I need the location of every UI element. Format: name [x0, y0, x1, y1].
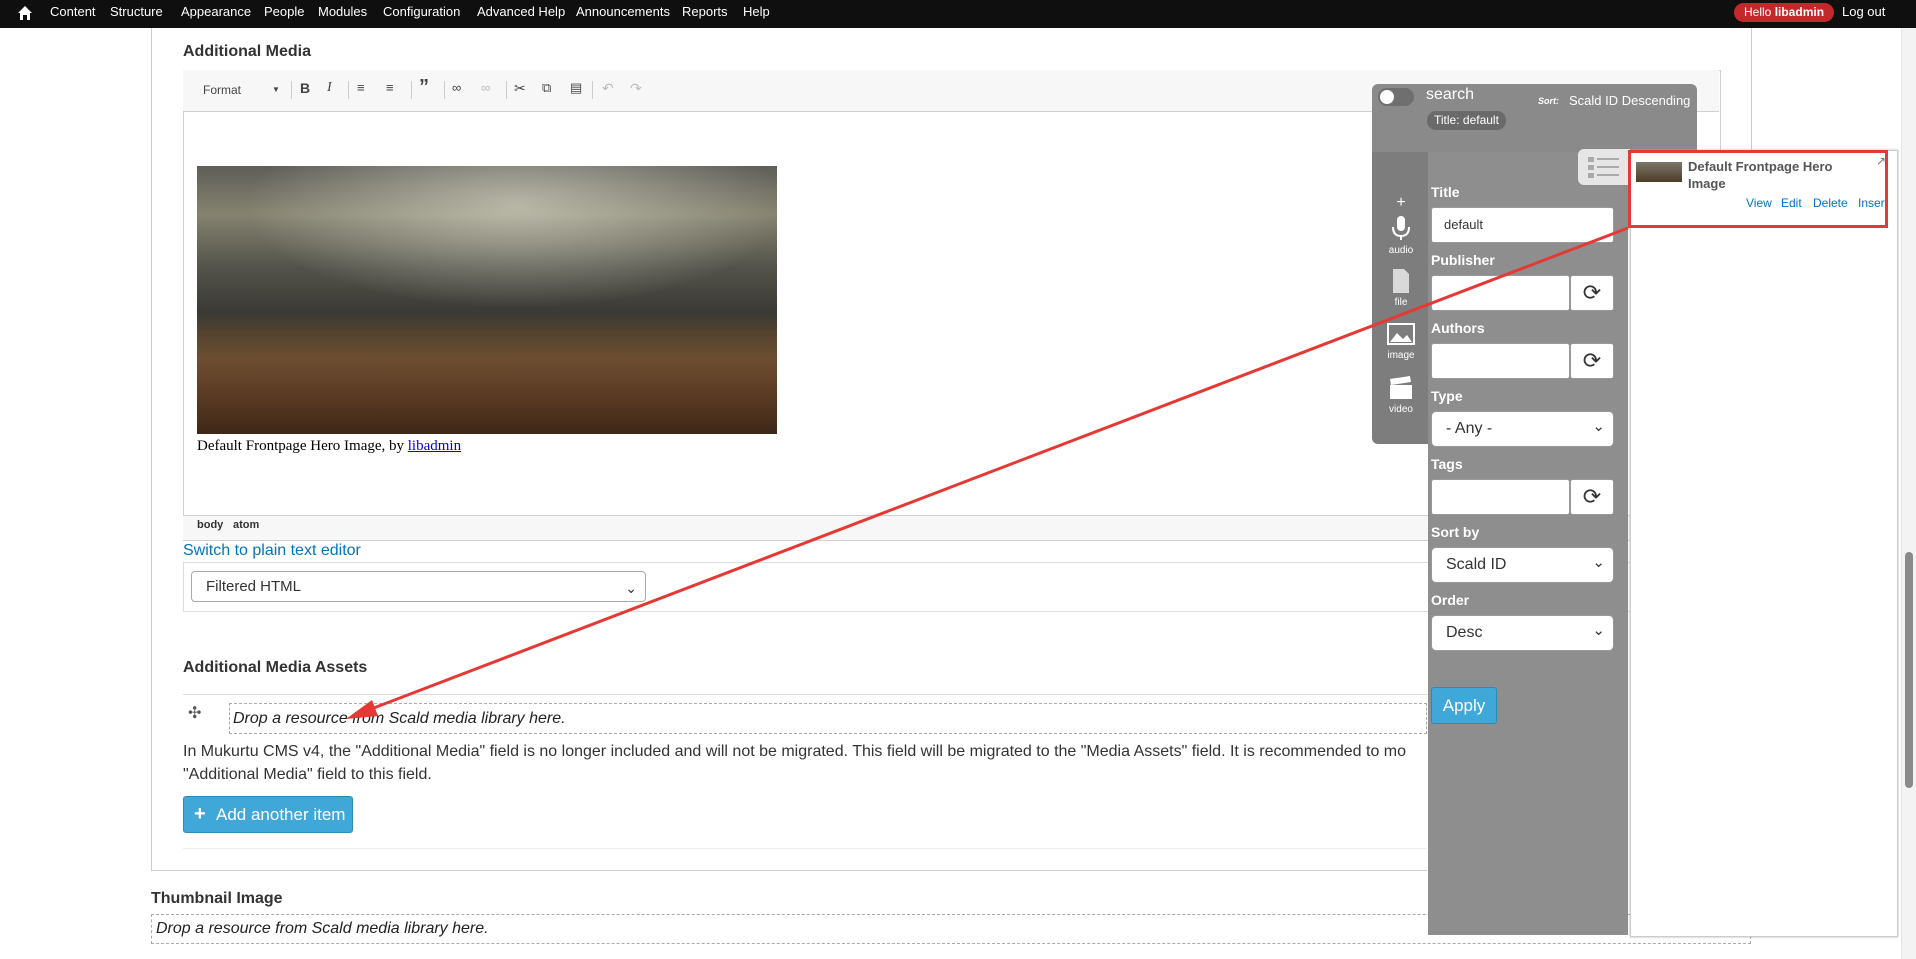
annotation-arrow — [346, 226, 1629, 719]
scrollbar-thumb[interactable] — [1905, 552, 1913, 788]
page-scrollbar[interactable] — [1901, 28, 1916, 959]
